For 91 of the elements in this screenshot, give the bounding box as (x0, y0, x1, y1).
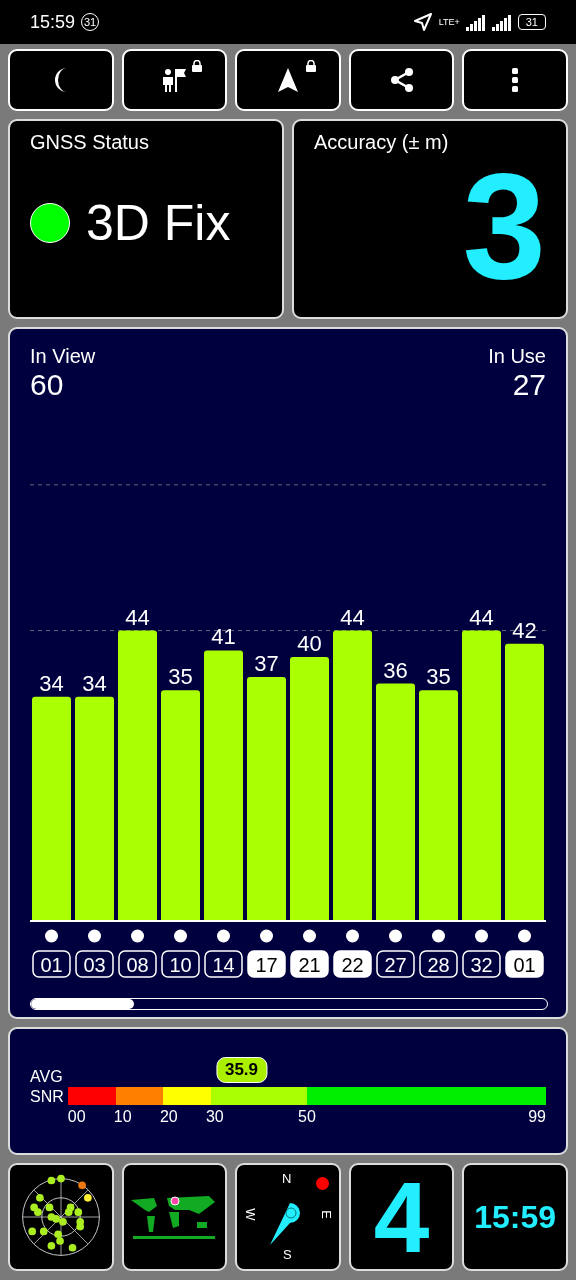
satellite-id[interactable]: 14 (204, 950, 243, 978)
satellite-id[interactable]: 01 (32, 950, 71, 978)
network-type: LTE+ (438, 17, 460, 27)
satellite-dot (475, 929, 488, 943)
scale-tick: 00 (67, 1108, 86, 1125)
clock-time: 15:59 (474, 1198, 557, 1236)
satellite-dot (131, 929, 144, 943)
bar-value: 44 (125, 604, 150, 630)
bar-value: 34 (39, 670, 64, 696)
satellite-dot (45, 929, 58, 943)
satellite-dot (217, 929, 230, 943)
panel-title: GNSS Status (30, 131, 150, 154)
x-tick-label: 32 (470, 953, 493, 976)
bar-value: 37 (254, 650, 279, 676)
satellite-count-tile[interactable]: 4 (348, 1163, 455, 1271)
bar-value: 40 (297, 631, 322, 657)
clock-tile[interactable]: 15:59 (462, 1163, 568, 1271)
satellite-count: 4 (373, 1167, 430, 1267)
compass-north: N (282, 1171, 292, 1186)
x-tick-label: 14 (212, 953, 235, 976)
lock-icon (191, 60, 204, 72)
in-use-label: In Use (488, 345, 546, 368)
compass-east: E (318, 1210, 334, 1219)
x-tick-label: 08 (126, 953, 149, 976)
toolbar-button[interactable] (462, 49, 568, 111)
satellite-dot (88, 929, 101, 943)
in-use-count: 27 (512, 368, 546, 402)
bar-value: 42 (512, 617, 537, 643)
toolbar-button[interactable] (121, 49, 228, 111)
satellite-dot (518, 929, 531, 943)
location-icon (412, 12, 433, 32)
snr-label: AVG SNR (30, 1067, 64, 1107)
compass-south: S (283, 1247, 292, 1262)
signal-icon (465, 13, 486, 31)
scale-tick: 20 (159, 1108, 178, 1125)
panel-title: Accuracy (± m) (314, 131, 450, 154)
x-tick-label: 21 (298, 953, 321, 976)
x-tick-label: 27 (384, 953, 407, 976)
bar-value: 44 (469, 604, 494, 630)
satellite-dot (303, 929, 316, 943)
person-flag-icon (160, 66, 189, 94)
bar-value: 41 (211, 624, 236, 650)
satellite-id[interactable]: 21 (290, 950, 329, 978)
x-tick-label: 10 (169, 953, 192, 976)
compass-tile[interactable]: N E S W (235, 1163, 341, 1271)
world-map-tile[interactable] (121, 1163, 228, 1271)
compass-west: W (242, 1208, 258, 1221)
satellite-id[interactable]: 17 (247, 950, 286, 978)
satellite-id[interactable]: 32 (462, 950, 501, 978)
bar-value: 36 (383, 657, 408, 683)
satellite-id[interactable]: 10 (161, 950, 200, 978)
satellite-id[interactable]: 03 (75, 950, 114, 978)
satellite-dot (260, 929, 273, 943)
scale-tick: 10 (113, 1108, 132, 1125)
satellite-dot (389, 929, 402, 943)
accuracy-value: 3 (461, 156, 546, 296)
signal-icon (491, 13, 512, 31)
toolbar-button[interactable] (348, 49, 455, 111)
scale-tick: 30 (205, 1108, 224, 1125)
satellite-id[interactable]: 08 (118, 950, 157, 978)
bar-value: 34 (82, 670, 107, 696)
satellite-dot (174, 929, 187, 943)
fix-status: 3D Fix (86, 194, 231, 252)
battery-indicator: 31 (517, 14, 546, 30)
scale-tick: 99 (528, 1108, 546, 1126)
sky-view-tile[interactable] (8, 1163, 114, 1271)
in-view-label: In View (30, 345, 96, 368)
satellite-id[interactable]: 27 (376, 950, 415, 978)
bar-value: 35 (168, 664, 193, 690)
satellite-dot (346, 929, 359, 943)
x-tick-label: 17 (255, 953, 278, 976)
toolbar-button[interactable] (235, 49, 341, 111)
satellite-id[interactable]: 01 (505, 950, 544, 978)
in-view-count: 60 (30, 368, 65, 402)
sun-dot (316, 1177, 329, 1190)
x-tick-label: 28 (427, 953, 450, 976)
average-snr-bubble: 35.9 (215, 1057, 268, 1083)
bar-value: 35 (426, 664, 451, 690)
x-tick-label: 01 (40, 953, 63, 976)
status-time: 15:59 (30, 11, 76, 33)
more-options-icon (512, 68, 519, 92)
scale-tick: 50 (298, 1108, 316, 1125)
satellite-id[interactable]: 28 (419, 950, 458, 978)
x-tick-label: 03 (83, 953, 106, 976)
x-tick-label: 22 (341, 953, 364, 976)
lock-icon (304, 60, 317, 72)
satellite-id[interactable]: 22 (333, 950, 372, 978)
x-tick-label: 01 (513, 953, 536, 976)
bar-value: 44 (340, 604, 365, 630)
satellite-dot (432, 929, 445, 943)
toolbar-button[interactable] (8, 49, 114, 111)
